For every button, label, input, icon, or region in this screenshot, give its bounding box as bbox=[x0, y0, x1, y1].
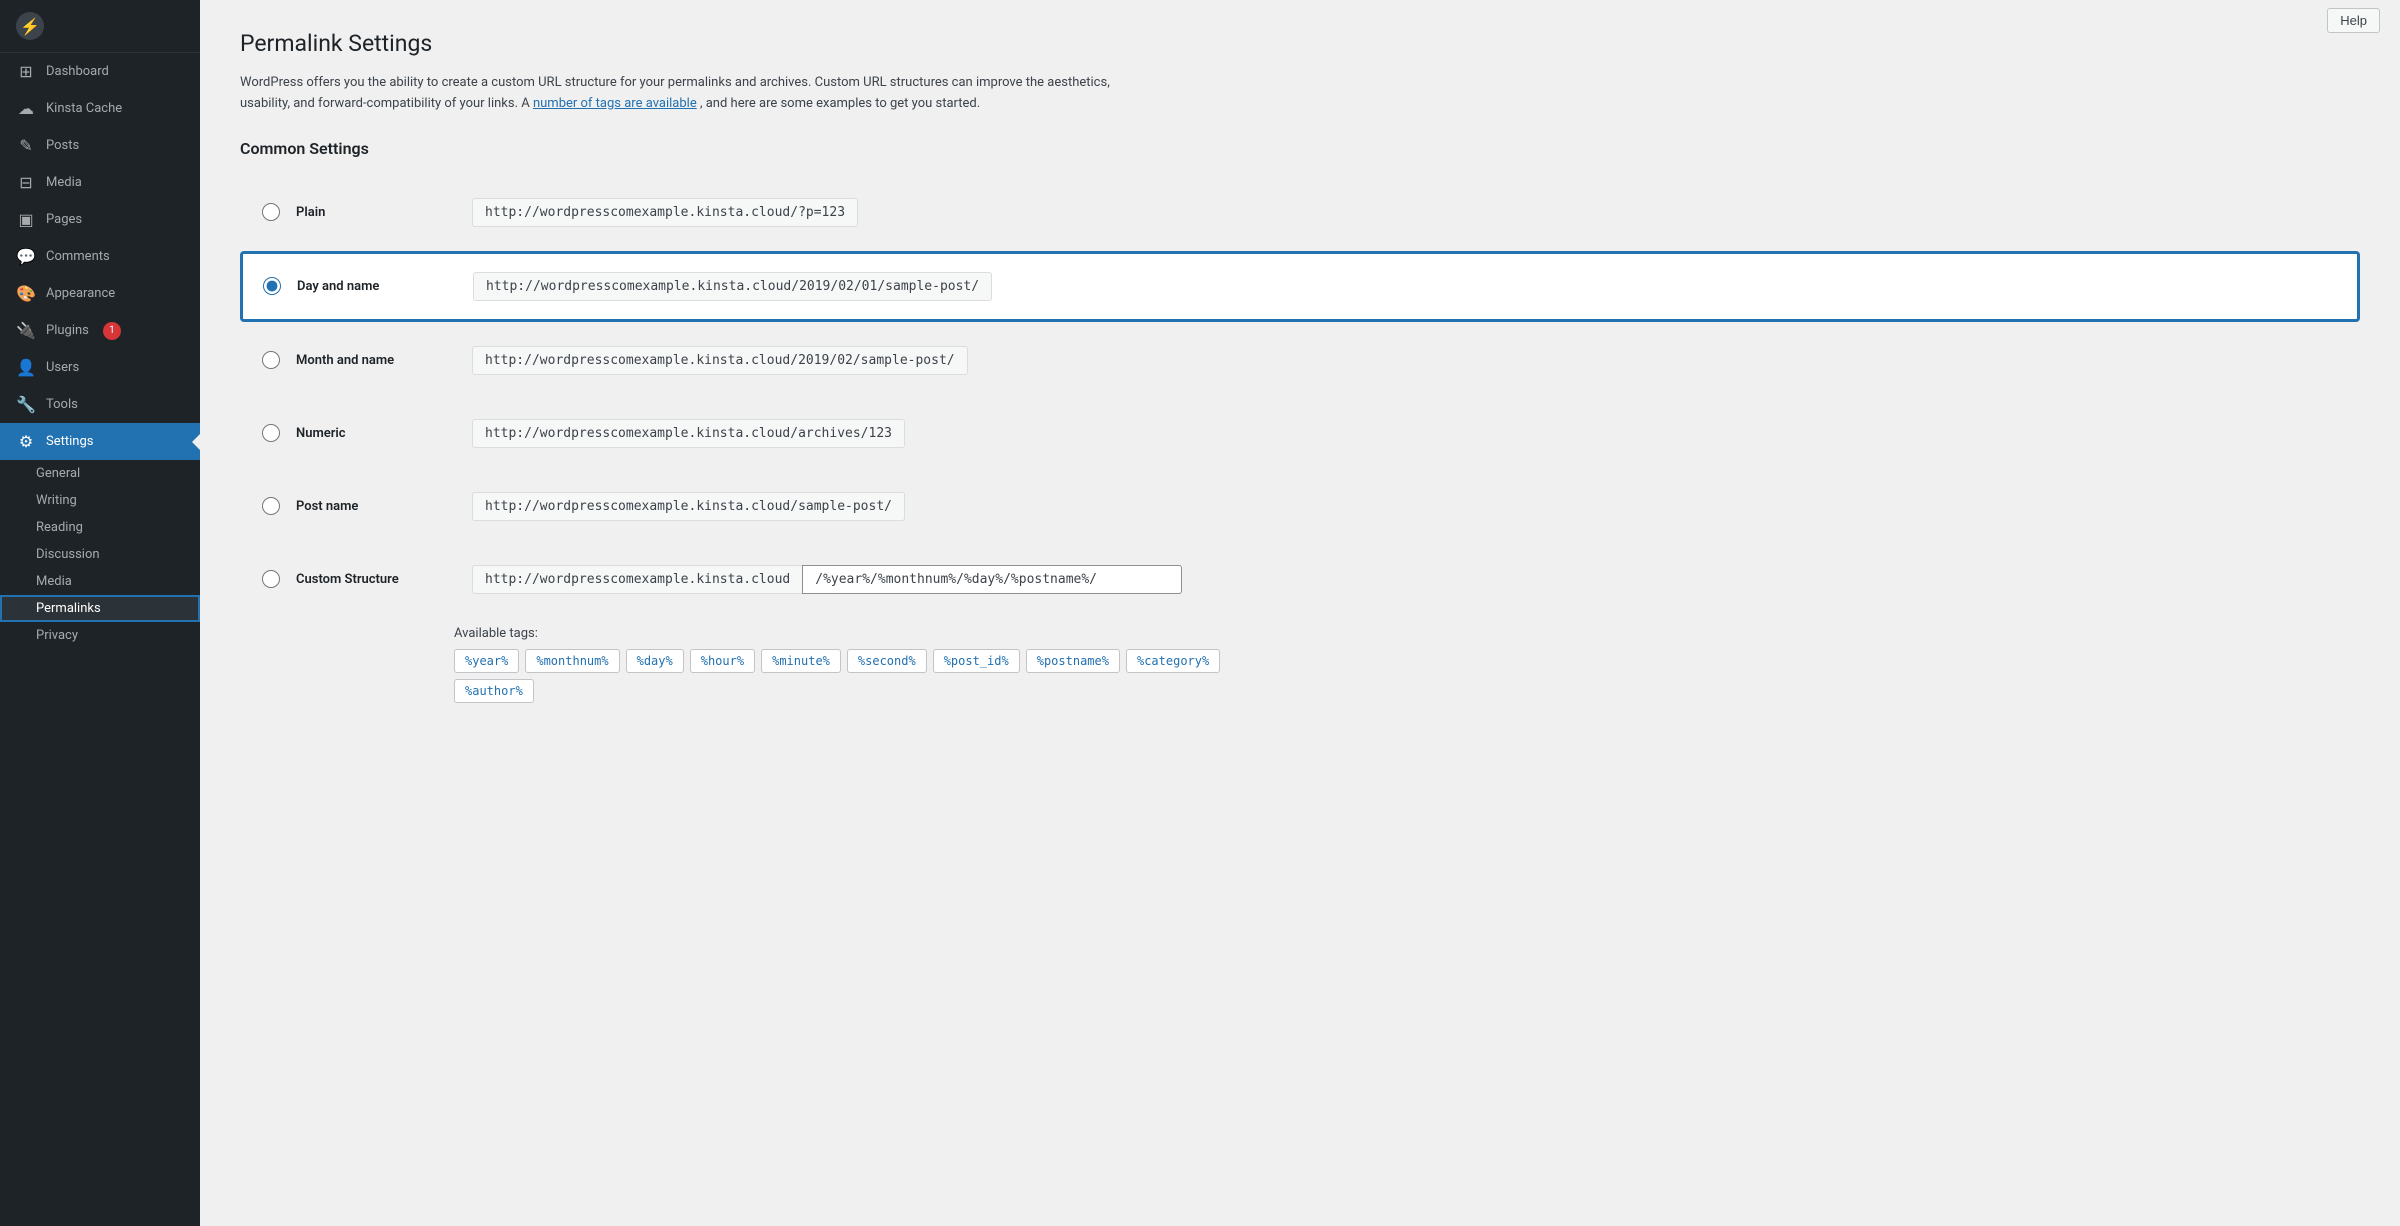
label-plain: Plain bbox=[296, 205, 456, 220]
sidebar-item-label: Dashboard bbox=[46, 64, 109, 79]
sidebar: ⚡ ⊞ Dashboard ☁ Kinsta Cache ✎ Posts ⊟ M… bbox=[0, 0, 200, 1226]
tag-author[interactable]: %author% bbox=[454, 679, 534, 703]
section-title: Common Settings bbox=[240, 139, 2360, 158]
available-tags-label: Available tags: bbox=[240, 626, 2360, 641]
sidebar-logo: ⚡ bbox=[0, 0, 200, 53]
sidebar-item-label: Kinsta Cache bbox=[46, 101, 122, 116]
sidebar-item-comments[interactable]: 💬 Comments bbox=[0, 238, 200, 275]
submenu-item-writing[interactable]: Writing bbox=[0, 487, 200, 514]
pages-icon: ▣ bbox=[16, 210, 36, 229]
permalink-option-custom: Custom Structure http://wordpresscomexam… bbox=[240, 545, 2360, 614]
submenu-item-general[interactable]: General bbox=[0, 460, 200, 487]
permalink-option-plain: Plain http://wordpresscomexample.kinsta.… bbox=[240, 178, 2360, 247]
plugins-badge: 1 bbox=[103, 322, 121, 340]
label-post-name: Post name bbox=[296, 499, 456, 514]
sidebar-item-label: Appearance bbox=[46, 286, 115, 301]
sidebar-item-label: Users bbox=[46, 360, 79, 375]
sidebar-item-kinsta-cache[interactable]: ☁ Kinsta Cache bbox=[0, 90, 200, 127]
sidebar-item-plugins[interactable]: 🔌 Plugins 1 bbox=[0, 312, 200, 349]
sidebar-nav: ⊞ Dashboard ☁ Kinsta Cache ✎ Posts ⊟ Med… bbox=[0, 53, 200, 649]
url-month-and-name: http://wordpresscomexample.kinsta.cloud/… bbox=[472, 346, 968, 375]
custom-structure-input[interactable] bbox=[802, 565, 1182, 594]
sidebar-item-posts[interactable]: ✎ Posts bbox=[0, 127, 200, 164]
wp-logo-icon: ⚡ bbox=[16, 12, 44, 40]
radio-plain[interactable] bbox=[262, 203, 280, 221]
submenu-item-media[interactable]: Media bbox=[0, 568, 200, 595]
radio-day-and-name[interactable] bbox=[263, 277, 281, 295]
dashboard-icon: ⊞ bbox=[16, 62, 36, 81]
label-numeric: Numeric bbox=[296, 426, 456, 441]
sidebar-item-dashboard[interactable]: ⊞ Dashboard bbox=[0, 53, 200, 90]
sidebar-item-label: Settings bbox=[46, 434, 93, 449]
tag-day[interactable]: %day% bbox=[626, 649, 684, 673]
custom-structure-row: http://wordpresscomexample.kinsta.cloud bbox=[472, 565, 1182, 594]
tools-icon: 🔧 bbox=[16, 395, 36, 414]
tag-post-id[interactable]: %post_id% bbox=[933, 649, 1020, 673]
label-day-and-name: Day and name bbox=[297, 279, 457, 294]
sidebar-item-label: Comments bbox=[46, 249, 110, 264]
permalink-option-month-and-name: Month and name http://wordpresscomexampl… bbox=[240, 326, 2360, 395]
custom-base-url: http://wordpresscomexample.kinsta.cloud bbox=[472, 565, 802, 594]
comments-icon: 💬 bbox=[16, 247, 36, 266]
tag-category[interactable]: %category% bbox=[1126, 649, 1220, 673]
kinsta-cache-icon: ☁ bbox=[16, 99, 36, 118]
url-numeric: http://wordpresscomexample.kinsta.cloud/… bbox=[472, 419, 905, 448]
url-plain: http://wordpresscomexample.kinsta.cloud/… bbox=[472, 198, 858, 227]
label-custom: Custom Structure bbox=[296, 572, 456, 587]
sidebar-item-label: Media bbox=[46, 175, 82, 190]
tag-postname[interactable]: %postname% bbox=[1026, 649, 1120, 673]
tag-minute[interactable]: %minute% bbox=[761, 649, 841, 673]
radio-post-name[interactable] bbox=[262, 497, 280, 515]
tag-monthnum[interactable]: %monthnum% bbox=[525, 649, 619, 673]
tag-year[interactable]: %year% bbox=[454, 649, 519, 673]
sidebar-item-label: Pages bbox=[46, 212, 82, 227]
tags-row-2: %author% bbox=[240, 679, 2360, 703]
radio-custom[interactable] bbox=[262, 570, 280, 588]
sidebar-item-media[interactable]: ⊟ Media bbox=[0, 164, 200, 201]
page-title: Permalink Settings bbox=[240, 30, 2360, 57]
users-icon: 👤 bbox=[16, 358, 36, 377]
tags-row: %year% %monthnum% %day% %hour% %minute% … bbox=[240, 649, 2360, 673]
sidebar-item-label: Plugins bbox=[46, 323, 89, 338]
label-month-and-name: Month and name bbox=[296, 353, 456, 368]
description-end: , and here are some examples to get you … bbox=[700, 96, 980, 111]
url-day-and-name: http://wordpresscomexample.kinsta.cloud/… bbox=[473, 272, 992, 301]
sidebar-item-settings[interactable]: ⚙ Settings bbox=[0, 423, 200, 460]
tags-link[interactable]: number of tags are available bbox=[533, 96, 697, 111]
active-arrow bbox=[192, 434, 200, 450]
submenu-item-permalinks[interactable]: Permalinks bbox=[0, 595, 200, 622]
sidebar-item-label: Posts bbox=[46, 138, 79, 153]
tag-hour[interactable]: %hour% bbox=[690, 649, 755, 673]
page-description: WordPress offers you the ability to crea… bbox=[240, 73, 1140, 115]
tag-second[interactable]: %second% bbox=[847, 649, 927, 673]
settings-submenu: General Writing Reading Discussion Media… bbox=[0, 460, 200, 649]
plugins-icon: 🔌 bbox=[16, 321, 36, 340]
sidebar-item-appearance[interactable]: 🎨 Appearance bbox=[0, 275, 200, 312]
radio-month-and-name[interactable] bbox=[262, 351, 280, 369]
settings-icon: ⚙ bbox=[16, 432, 36, 451]
posts-icon: ✎ bbox=[16, 136, 36, 155]
main-content: Help Permalink Settings WordPress offers… bbox=[200, 0, 2400, 1226]
media-icon: ⊟ bbox=[16, 173, 36, 192]
submenu-item-discussion[interactable]: Discussion bbox=[0, 541, 200, 568]
radio-numeric[interactable] bbox=[262, 424, 280, 442]
url-post-name: http://wordpresscomexample.kinsta.cloud/… bbox=[472, 492, 905, 521]
sidebar-item-label: Tools bbox=[46, 397, 78, 412]
appearance-icon: 🎨 bbox=[16, 284, 36, 303]
submenu-item-privacy[interactable]: Privacy bbox=[0, 622, 200, 649]
sidebar-item-users[interactable]: 👤 Users bbox=[0, 349, 200, 386]
sidebar-item-pages[interactable]: ▣ Pages bbox=[0, 201, 200, 238]
help-button[interactable]: Help bbox=[2327, 8, 2380, 33]
permalink-option-post-name: Post name http://wordpresscomexample.kin… bbox=[240, 472, 2360, 541]
sidebar-item-tools[interactable]: 🔧 Tools bbox=[0, 386, 200, 423]
permalink-option-day-and-name: Day and name http://wordpresscomexample.… bbox=[240, 251, 2360, 322]
permalink-option-numeric: Numeric http://wordpresscomexample.kinst… bbox=[240, 399, 2360, 468]
submenu-item-reading[interactable]: Reading bbox=[0, 514, 200, 541]
